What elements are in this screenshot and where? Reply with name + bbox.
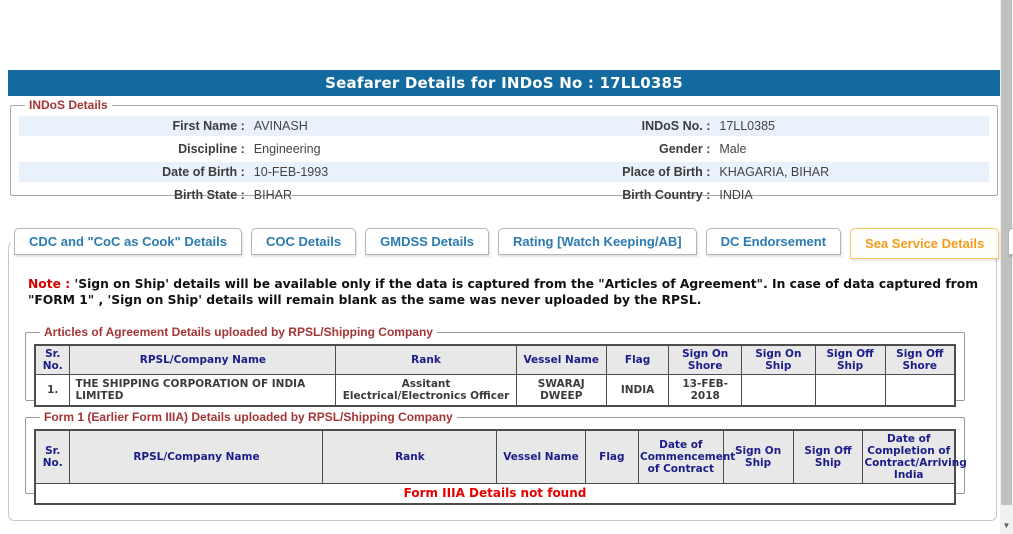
first-name-value: AVINASH xyxy=(253,119,308,133)
vertical-scrollbar[interactable]: ▼ xyxy=(1000,0,1013,534)
discipline-value: Engineering xyxy=(253,142,321,156)
indos-details-fieldset: INDoS Details First Name : AVINASH INDoS… xyxy=(10,98,998,202)
col-flag: Flag xyxy=(584,429,640,484)
indos-row-discipline: Discipline : Engineering Gender : Male xyxy=(19,139,989,159)
birth-state-label: Birth State : xyxy=(173,188,245,202)
gender-label: Gender : xyxy=(658,142,711,156)
form1-header-row: Sr. No. RPSL/Company Name Rank Vessel Na… xyxy=(34,429,967,484)
dob-label: Date of Birth : xyxy=(162,165,245,179)
col-sr-no: Sr. No. xyxy=(34,344,71,375)
page-title: Seafarer Details for INDoS No : 17LL0385 xyxy=(325,74,683,92)
col-sign-on-shore: Sign On Shore xyxy=(668,344,743,375)
col-sign-off-ship: Sign Off Ship xyxy=(792,429,864,484)
indos-details-legend: INDoS Details xyxy=(29,98,108,112)
chevron-down-icon: ▼ xyxy=(1002,521,1011,530)
tab-gmdss-details[interactable]: GMDSS Details xyxy=(365,228,490,255)
agreement-data-row: 1. THE SHIPPING CORPORATION OF INDIA LIM… xyxy=(34,374,956,407)
birth-country-label: Birth Country : xyxy=(622,188,711,202)
articles-of-agreement-table: Sr. No. RPSL/Company Name Rank Vessel Na… xyxy=(34,344,956,407)
indos-no-value: 17LL0385 xyxy=(719,119,775,133)
cell-flag: INDIA xyxy=(605,374,670,407)
tab-coc-details[interactable]: COC Details xyxy=(250,228,357,255)
col-vessel-name: Vessel Name xyxy=(496,429,586,484)
col-rpsl-company-name: RPSL/Company Name xyxy=(69,344,337,375)
articles-of-agreement-legend: Articles of Agreement Details uploaded b… xyxy=(44,325,433,339)
tab-training-details[interactable]: Training Details xyxy=(1008,228,1013,255)
gender-value: Male xyxy=(719,142,747,156)
discipline-label: Discipline : xyxy=(178,142,245,156)
col-sr-no: Sr. No. xyxy=(34,429,71,484)
page-title-bar: Seafarer Details for INDoS No : 17LL0385 xyxy=(8,70,1000,96)
indos-row-birth: Date of Birth : 10-FEB-1993 Place of Bir… xyxy=(19,162,989,182)
form1-fieldset: Form 1 (Earlier Form IIIA) Details uploa… xyxy=(25,410,967,505)
cell-sign-off-shore xyxy=(884,374,956,407)
cell-sign-on-shore: 13-FEB-2018 xyxy=(668,374,743,407)
form1-empty-row: Form IIIA Details not found xyxy=(34,483,956,504)
tab-rating-watch-keeping-ab[interactable]: Rating [Watch Keeping/AB] xyxy=(498,228,697,255)
dob-value: 10-FEB-1993 xyxy=(253,165,329,179)
form1-table: Sr. No. RPSL/Company Name Rank Vessel Na… xyxy=(34,429,967,505)
scrollbar-down-button[interactable]: ▼ xyxy=(1000,517,1013,534)
place-of-birth-value: KHAGARIA, BIHAR xyxy=(719,165,830,179)
indos-row-name: First Name : AVINASH INDoS No. : 17LL038… xyxy=(19,116,989,136)
cell-sign-on-ship xyxy=(741,374,816,407)
col-sign-on-ship: Sign On Ship xyxy=(741,344,816,375)
col-date-completion-contract: Date of Completion of Contract/Arriving … xyxy=(862,429,967,484)
col-rank: Rank xyxy=(335,344,517,375)
place-of-birth-label: Place of Birth : xyxy=(622,165,711,179)
tab-dc-endorsement[interactable]: DC Endorsement xyxy=(705,228,842,255)
tab-cdc-coc-cook-details[interactable]: CDC and "CoC as Cook" Details xyxy=(14,228,242,255)
agreement-header-row: Sr. No. RPSL/Company Name Rank Vessel Na… xyxy=(34,344,956,375)
cell-sign-off-ship xyxy=(814,374,886,407)
col-sign-off-shore: Sign Off Shore xyxy=(884,344,956,375)
cell-vessel-name: SWARAJ DWEEP xyxy=(515,374,607,407)
articles-of-agreement-fieldset: Articles of Agreement Details uploaded b… xyxy=(25,325,965,407)
col-flag: Flag xyxy=(605,344,670,375)
birth-state-value: BIHAR xyxy=(253,188,292,202)
tab-sea-service-details[interactable]: Sea Service Details xyxy=(850,228,1000,259)
note-body: 'Sign on Ship' details will be available… xyxy=(28,277,979,307)
cell-company-name: THE SHIPPING CORPORATION OF INDIA LIMITE… xyxy=(69,374,337,407)
indos-row-state: Birth State : BIHAR Birth Country : INDI… xyxy=(19,185,989,205)
birth-country-value: INDIA xyxy=(719,188,753,202)
cell-sr-no: 1. xyxy=(34,374,71,407)
sign-on-ship-note: Note : 'Sign on Ship' details will be av… xyxy=(28,277,978,308)
note-prefix: Note : xyxy=(28,277,71,291)
seafarer-details-page: Seafarer Details for INDoS No : 17LL0385… xyxy=(0,0,1013,534)
indos-no-label: INDoS No. : xyxy=(641,119,711,133)
first-name-label: First Name : xyxy=(172,119,245,133)
col-vessel-name: Vessel Name xyxy=(515,344,607,375)
cell-rank: Assitant Electrical/Electronics Officer xyxy=(335,374,517,407)
col-rpsl-company-name: RPSL/Company Name xyxy=(69,429,324,484)
form1-legend: Form 1 (Earlier Form IIIA) Details uploa… xyxy=(44,410,453,424)
col-rank: Rank xyxy=(322,429,498,484)
tab-bar: CDC and "CoC as Cook" Details COC Detail… xyxy=(14,228,1013,259)
col-date-commencement-contract: Date of Commencement of Contract xyxy=(638,429,735,484)
form-iiia-not-found-message: Form IIIA Details not found xyxy=(34,483,956,504)
col-sign-off-ship: Sign Off Ship xyxy=(814,344,886,375)
